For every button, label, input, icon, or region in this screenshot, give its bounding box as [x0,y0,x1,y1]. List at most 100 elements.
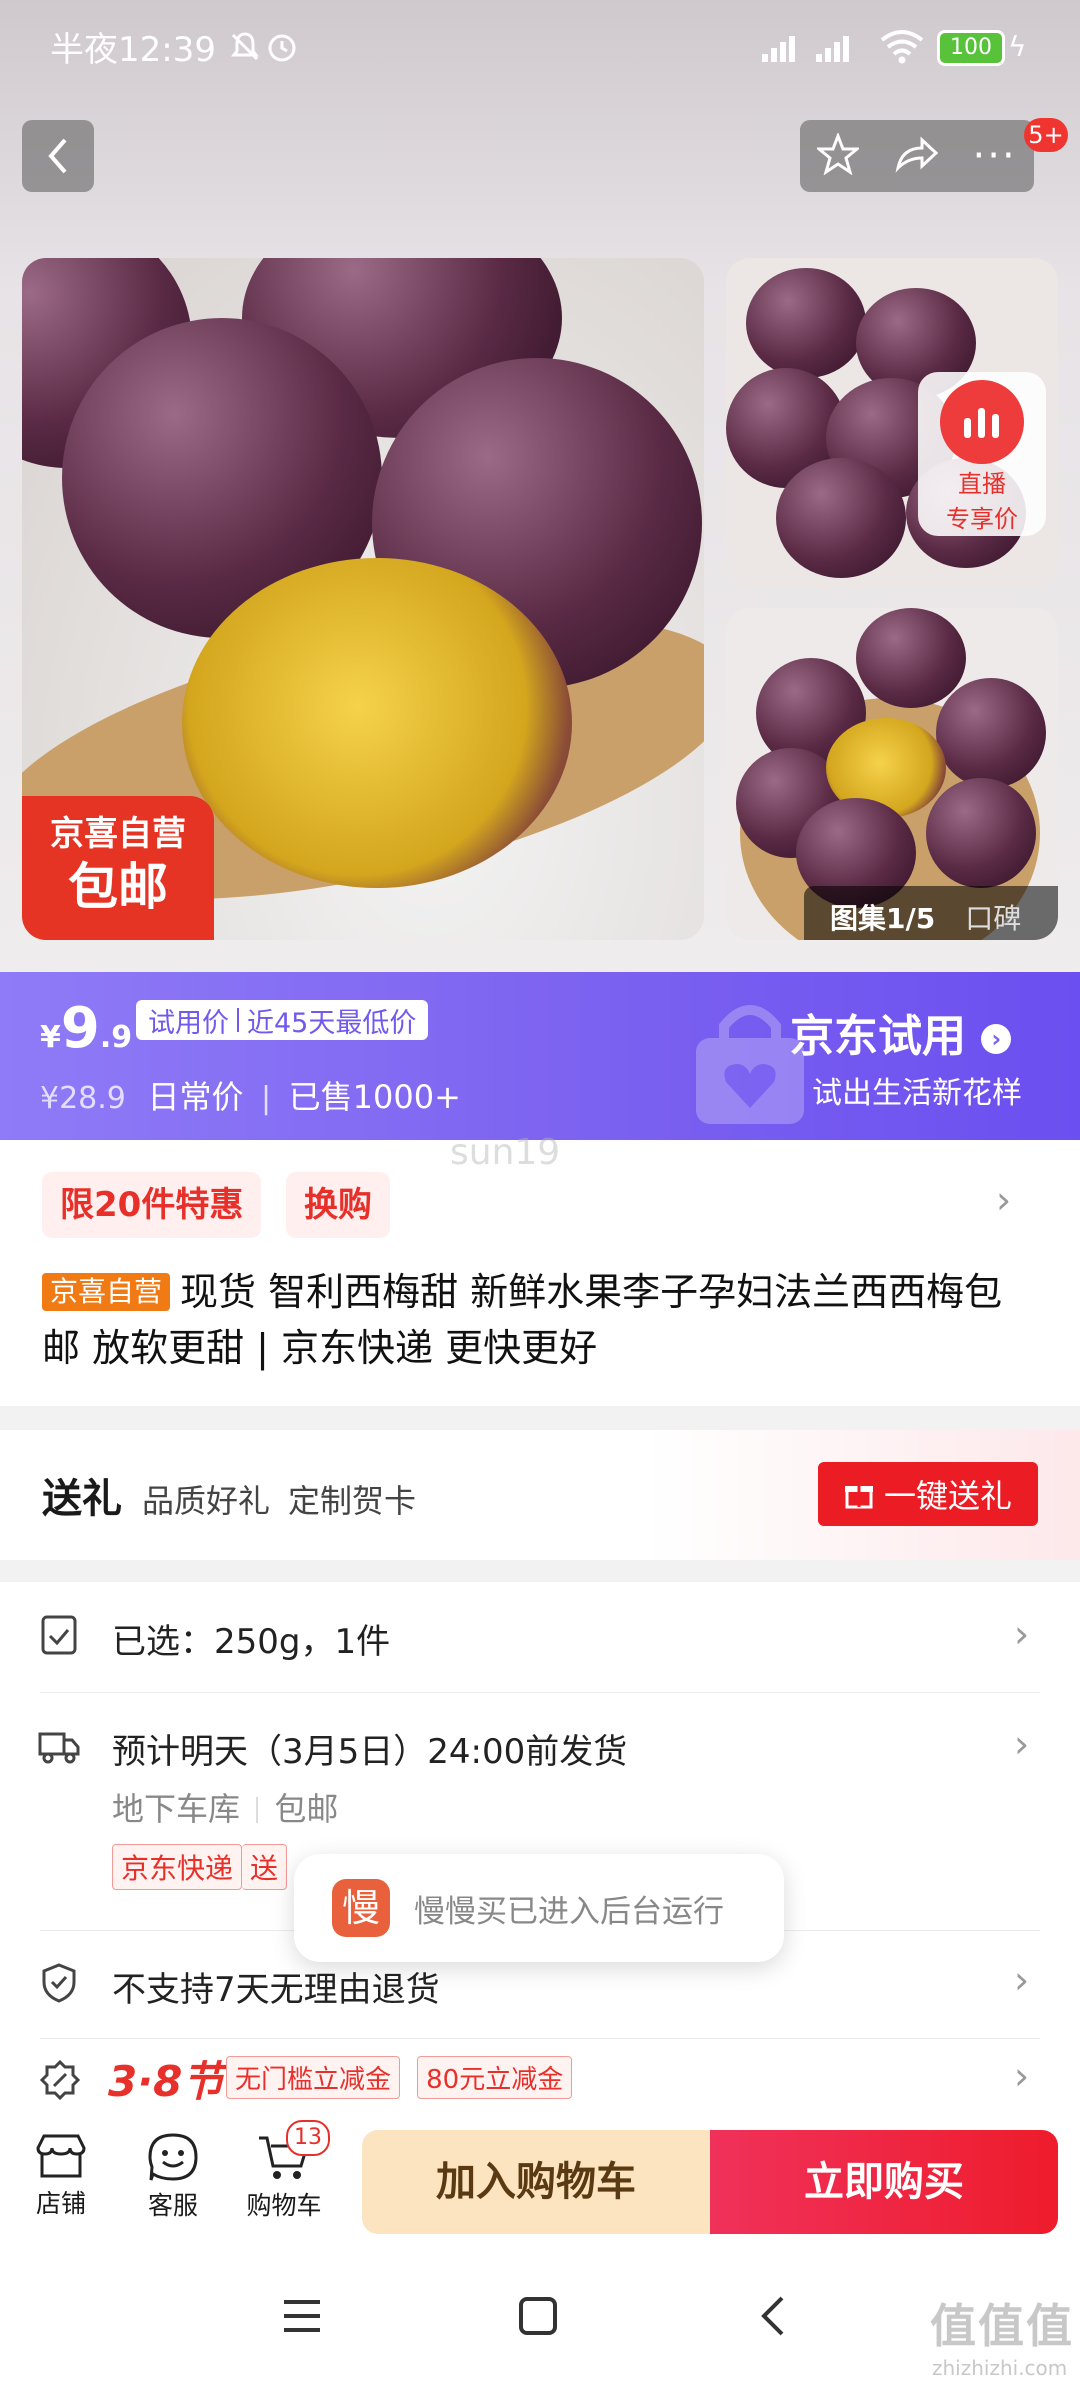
live-stream-badge[interactable]: 直播 专享价 [918,372,1046,536]
plum [936,678,1046,788]
warehouse-label: 地下车库 [112,1790,241,1828]
price-tags: 试用价 近45天最低价 [136,1000,429,1040]
status-time: 半夜12:39 [50,30,216,70]
home-square-icon [519,2297,557,2335]
plum [776,458,906,578]
cart-label: 购物车 [246,2191,322,2220]
delivery-sub: 地下车库 包邮 [112,1784,338,1830]
sold-count: 已售1000+ [288,1078,461,1116]
separator [256,1797,259,1823]
coupon-tag-1: 无门槛立减金 [226,2056,401,2099]
customer-service-button[interactable]: 客服 [140,2132,206,2222]
nav-back-button[interactable] [756,2294,788,2342]
divider [40,2038,1040,2039]
chevron-right-icon: › [1014,1722,1030,1766]
site-watermark-domain: zhizhizhi.com [932,2356,1068,2380]
charging-icon: ϟ [1008,30,1027,63]
live-label-2: 专享价 [946,505,1018,533]
signal-icon [762,28,872,68]
brand-label: 京东试用 [790,1011,966,1062]
gift-sub-2: 定制贺卡 [288,1482,417,1520]
thumbnail-photo-2[interactable]: 图集1/5 口碑 [726,608,1058,940]
original-price: ¥28.9 [40,1081,126,1116]
daily-price-row: ¥28.9 日常价 | 已售1000+ [40,1072,461,1118]
gift-icon [844,1486,873,1509]
spec-selection-row[interactable]: 已选：250g，1件 › [0,1582,1080,1692]
alarm-clock-icon [264,28,300,68]
menu-lines-icon [284,2300,320,2332]
manmanmai-app-icon: 慢 [332,1879,390,1937]
main-product-photo[interactable]: 京喜自营 包邮 [22,258,704,940]
thumbnail-photo-1[interactable]: 直播 专享价 [726,258,1058,588]
back-button[interactable] [22,120,94,192]
delivery-tag-2: 送 [242,1844,288,1890]
toast-text: 慢慢买已进入后台运行 [414,1893,724,1930]
service-label: 客服 [147,2191,198,2220]
jd-trial-brand[interactable]: 京东试用 › [790,1000,1012,1064]
gift-row: 送礼 品质好礼 定制贺卡 一键送礼 [0,1430,1080,1560]
festival-title: 3·8节 [108,2057,225,2106]
limited-deal-tag[interactable]: 限20件特惠 [42,1172,262,1238]
daily-price-label: 日常价 [147,1078,244,1116]
more-button[interactable]: ··· [973,136,1017,176]
notification-badge: 5+ [1024,118,1068,152]
site-watermark: 值值值 [930,2299,1074,2353]
live-label-1: 直播 [958,470,1006,498]
share-button[interactable] [894,134,939,178]
plum [746,268,866,378]
lowest-price-tag: 近45天最低价 [247,1007,417,1039]
delivery-tags: 京东快递送 [112,1844,288,1890]
background-run-toast: 慢 慢慢买已进入后台运行 [294,1854,784,1962]
store-button[interactable]: 店铺 [28,2132,94,2220]
add-to-cart-button[interactable]: 加入购物车 [362,2130,710,2234]
chevron-right-icon: › [1014,2054,1030,2098]
halved-plum [182,558,572,888]
festival-coupons: 无门槛立减金 80元立减金 [226,2056,573,2099]
shipping-label: 包邮 [274,1790,339,1828]
selection-doc-icon [40,1614,78,1660]
trial-price: ¥9.9 [40,996,132,1061]
trial-slogan: 试出生活新花样 [812,1076,1022,1111]
return-policy-label: 不支持7天无理由退货 [112,1970,440,2010]
shield-icon [40,1962,78,2008]
currency-symbol: ¥ [40,1020,61,1055]
home-button[interactable] [518,2296,558,2340]
buy-now-button[interactable]: 立即购买 [710,2130,1058,2234]
header-actions: ··· [800,120,1034,192]
chevron-left-icon [761,2296,784,2336]
live-bars-icon [940,380,1024,464]
product-info-card: sun19 限20件特惠 换购 › 京喜自营 现货 智利西梅甜 新鲜水果李子孕妇法… [0,1132,1080,1406]
more-dots-icon: ··· [972,133,1017,179]
image-watermark: sun19 [450,1132,561,1173]
system-navigation-bar: 值值值 zhizhizhi.com [0,2250,1080,2400]
product-gallery-area: 半夜12:39 100 ϟ ··· 5+ 京喜自营 包邮 直播 专享价 图集1/… [0,0,1080,972]
album-indicator[interactable]: 图集1/5 口碑 [804,886,1058,940]
recent-apps-button[interactable] [282,2296,322,2340]
price-integer: 9 [60,996,100,1061]
jingxi-badge: 京喜自营 [42,1273,171,1311]
album-label: 图集1/5 [830,902,936,935]
gift-sub-1: 品质好礼 [142,1482,271,1520]
delivery-eta: 预计明天（3月5日）24:00前发货 [112,1732,628,1772]
plum [856,608,966,708]
price-decimal: .9 [99,1020,133,1055]
coupon-tag-2: 80元立减金 [417,2056,573,2099]
divider [40,1692,1040,1693]
trial-price-tag: 试用价 [148,1007,229,1039]
bottom-action-bar: 店铺 客服 购物车 13 加入购物车 立即购买 [0,2112,1080,2250]
selection-label: 已选：250g，1件 [112,1622,391,1662]
favorite-star-button[interactable] [815,131,862,179]
separator: | [261,1081,272,1116]
delivery-truck-icon [38,1730,80,1770]
jd-express-tag: 京东快递 [112,1844,243,1890]
share-icon [895,136,939,173]
chevron-left-icon [48,138,67,174]
exchange-purchase-tag[interactable]: 换购 [286,1172,390,1238]
store-label: 店铺 [35,2189,86,2218]
review-label[interactable]: 口碑 [965,897,1021,937]
chevron-right-icon[interactable]: › [996,1178,1011,1222]
wifi-icon [880,28,924,68]
discount-badge-icon [39,2059,81,2104]
chevron-right-icon: › [1014,1612,1030,1656]
send-gift-button[interactable]: 一键送礼 [818,1462,1038,1526]
